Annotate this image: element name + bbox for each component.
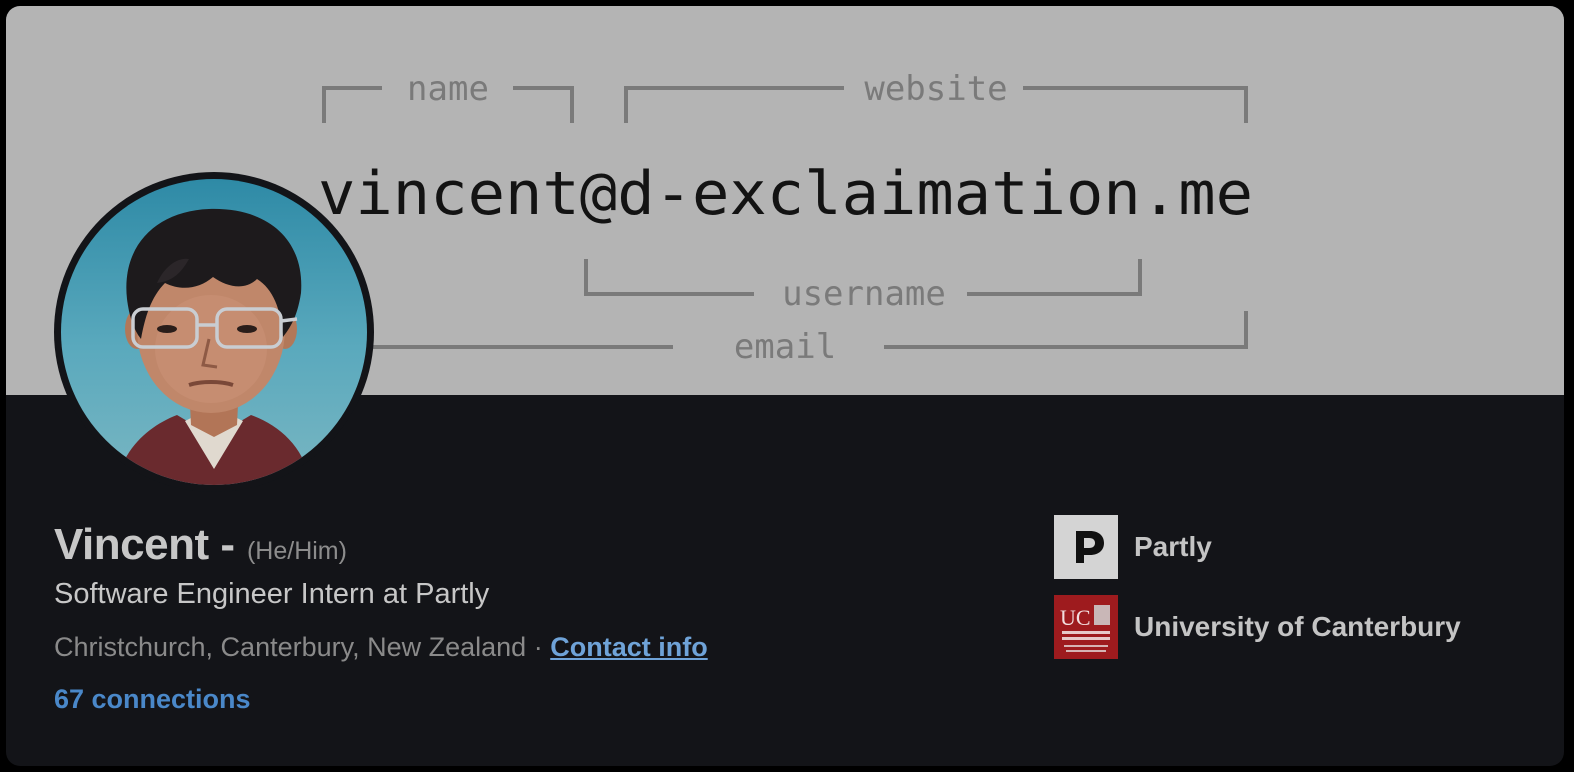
avatar-photo [61,179,367,485]
separator-dot: · [533,632,543,662]
org-university-of-canterbury[interactable]: UC University of Canterbury [1054,595,1461,659]
pronouns: (He/Him) [246,537,347,565]
university-of-canterbury-logo-icon: UC [1054,595,1118,659]
name-row: Vincent - (He/Him) [54,520,347,570]
username-bracket-left [584,259,754,296]
avatar[interactable] [54,172,374,492]
partly-logo-icon [1054,515,1118,579]
location-row: Christchurch, Canterbury, New Zealand · … [54,632,708,663]
banner-email-text: vincent@d-exclaimation.me [318,159,1253,229]
username-bracket-right [967,259,1142,296]
name-bracket-left [322,86,382,123]
svg-text:UC: UC [1060,605,1091,630]
contact-info-link[interactable]: Contact info [550,632,707,662]
website-bracket-right [1023,86,1248,123]
email-bracket-right [884,311,1248,349]
org-partly[interactable]: Partly [1054,515,1212,579]
website-bracket-left [624,86,844,123]
org-label-university-of-canterbury: University of Canterbury [1134,611,1461,642]
person-illustration [116,208,311,485]
profile-headline: Software Engineer Intern at Partly [54,578,490,610]
connections-link[interactable]: 67 connections [54,684,251,715]
location-text: Christchurch, Canterbury, New Zealand [54,632,527,662]
banner-label-username: username [782,274,946,314]
profile-name: Vincent - [54,520,235,569]
banner-label-email: email [734,327,836,367]
org-label-partly: Partly [1134,531,1212,562]
name-bracket-right [513,86,574,123]
banner-label-name: name [407,69,489,109]
profile-card: name website username email vincent@d-ex… [6,6,1564,766]
banner-label-website: website [864,69,1007,109]
